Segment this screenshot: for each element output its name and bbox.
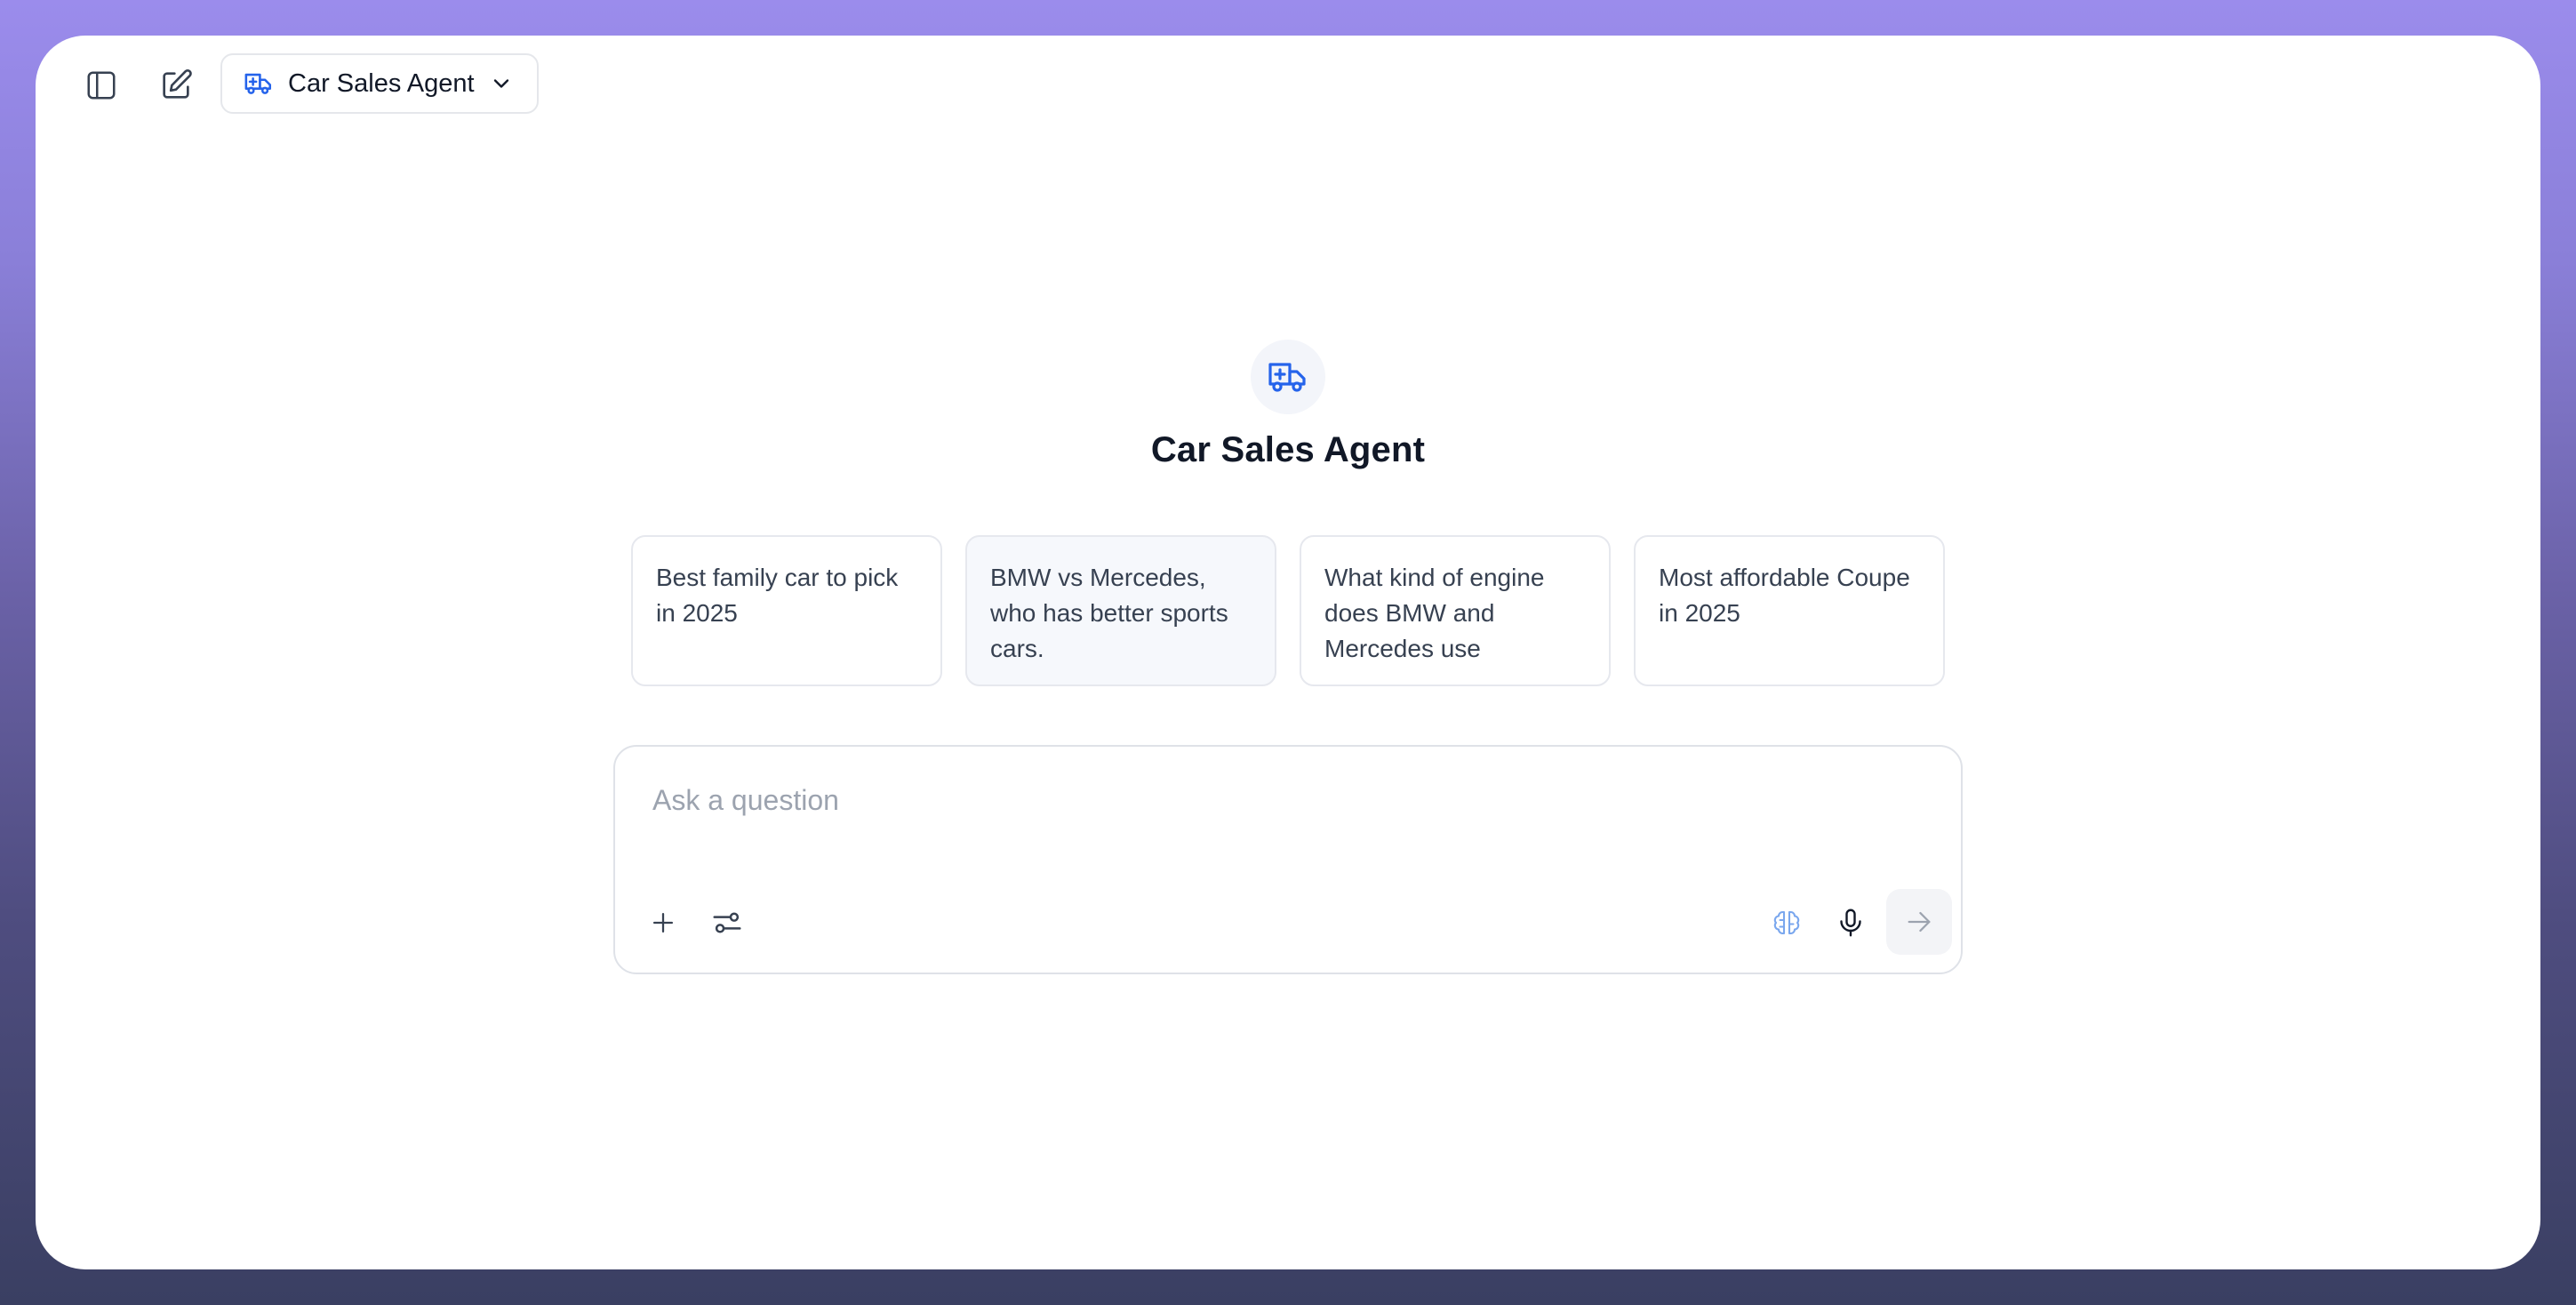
agent-title: Car Sales Agent [1150,430,1426,469]
microphone-icon [1840,909,1861,937]
ambulance-truck-icon [244,73,272,94]
suggestion-list: Best family car to pick in 2025 BMW vs M… [631,535,1945,686]
chat-composer [613,745,1963,974]
chevron-down-icon [493,79,508,88]
suggestion-card[interactable]: Most affordable Coupe in 2025 [1634,535,1945,686]
question-input[interactable] [651,777,1899,823]
send-button[interactable] [1886,889,1952,955]
options-button[interactable] [702,898,752,948]
edit-icon [163,69,192,99]
suggestion-card[interactable]: What kind of engine does BMW and Mercede… [1300,535,1611,686]
sidebar-toggle-button[interactable] [73,57,130,114]
plus-icon [652,912,674,933]
sidebar-icon [87,71,116,100]
agent-avatar [1251,340,1325,414]
attach-button[interactable] [638,898,688,948]
voice-input-button[interactable] [1826,898,1876,948]
agent-selector-label: Car Sales Agent [288,68,475,98]
arrow-right-icon [1908,911,1931,933]
suggestion-card[interactable]: Best family car to pick in 2025 [631,535,942,686]
sliders-icon [713,912,741,933]
agent-selector[interactable]: Car Sales Agent [220,53,539,114]
new-chat-button[interactable] [148,57,204,114]
reasoning-toggle[interactable] [1762,898,1812,948]
ambulance-truck-icon [1268,363,1306,392]
app-window: Car Sales Agent Car Sales Agent Best fam… [36,36,2540,1269]
brain-icon [1773,910,1800,935]
suggestion-card[interactable]: BMW vs Mercedes, who has better sports c… [965,535,1276,686]
